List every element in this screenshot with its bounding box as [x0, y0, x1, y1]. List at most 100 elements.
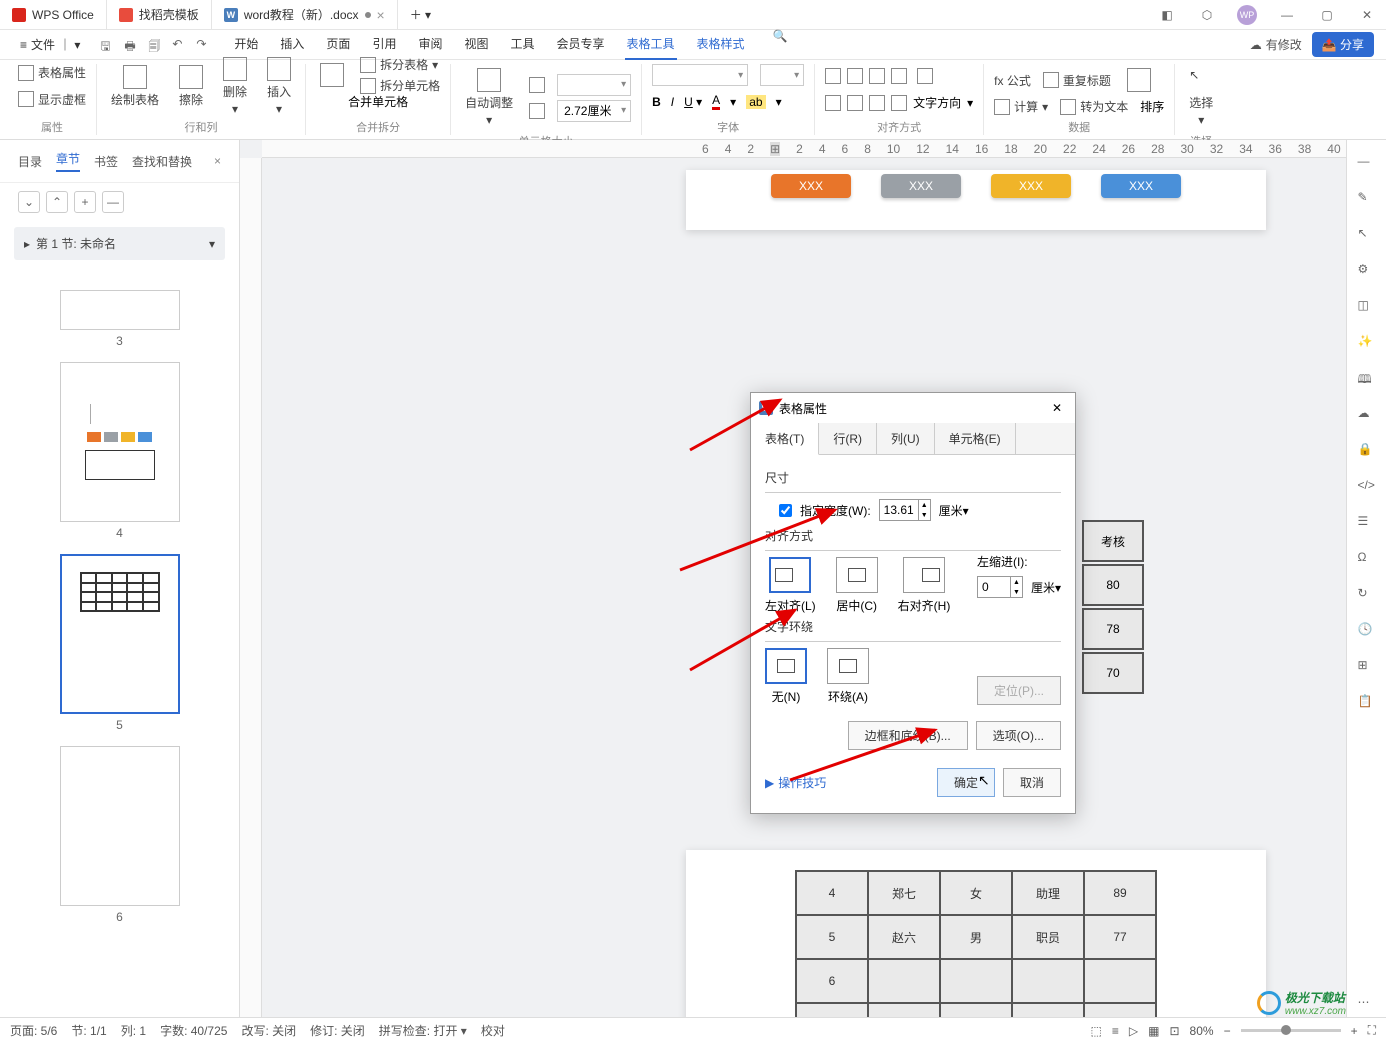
align-left-option[interactable]	[769, 557, 811, 593]
align-bl-icon[interactable]	[825, 95, 841, 111]
font-color-button[interactable]: A	[712, 93, 720, 110]
nav-tab-toc[interactable]: 目录	[18, 153, 42, 170]
view-mode-5-icon[interactable]: ⊡	[1169, 1024, 1179, 1038]
lock-icon[interactable]: 🔒	[1358, 442, 1376, 460]
nav-tab-find[interactable]: 查找和替换	[132, 153, 192, 170]
dlg-tab-cell[interactable]: 单元格(E)	[935, 423, 1016, 454]
tab-table-tools[interactable]: 表格工具	[625, 29, 677, 60]
view-mode-4-icon[interactable]: ▦	[1148, 1024, 1159, 1038]
nav-up-button[interactable]: ⌃	[46, 191, 68, 213]
print-icon[interactable]: 🖶	[124, 37, 140, 53]
fullscreen-icon[interactable]: ⛶	[1368, 1023, 1376, 1038]
merge-cells-button[interactable]	[316, 59, 348, 91]
insert-button[interactable]: 插入▾	[263, 53, 295, 120]
status-words[interactable]: 字数: 40/725	[160, 1022, 227, 1039]
view-mode-1-icon[interactable]: ⬚	[1091, 1024, 1102, 1038]
undo-icon[interactable]: ↶	[172, 37, 188, 53]
nav-tab-bookmark[interactable]: 书签	[94, 153, 118, 170]
select-button[interactable]: ↖选择▾	[1185, 64, 1217, 131]
layers-icon[interactable]: ◫	[1358, 298, 1376, 316]
dialog-close-button[interactable]: ✕	[1047, 398, 1067, 418]
save-icon[interactable]: 🖫	[100, 37, 116, 53]
highlight-button[interactable]: ab	[746, 95, 765, 109]
settings-icon[interactable]: ⚙	[1358, 262, 1376, 280]
align-br-icon[interactable]	[869, 95, 885, 111]
grid-icon[interactable]: ⊞	[1358, 658, 1376, 676]
align-bc-icon[interactable]	[847, 95, 863, 111]
size-combo[interactable]	[760, 64, 804, 86]
underline-button[interactable]: U ▾	[684, 95, 702, 109]
app-tab-document[interactable]: W word教程（新）.docx ×	[212, 0, 398, 29]
new-tab-button[interactable]: ＋ ▾	[398, 0, 443, 29]
tab-member[interactable]: 会员专享	[555, 29, 607, 60]
search-icon[interactable]: 🔍	[773, 29, 789, 45]
sidebar-toggle-icon[interactable]: ◧	[1148, 1, 1186, 29]
tab-tools[interactable]: 工具	[508, 29, 536, 60]
app-tab-wps[interactable]: WPS Office	[0, 0, 107, 29]
document-table[interactable]: 4郑七女助理89 5赵六男职员77 6 7	[795, 870, 1157, 1023]
omega-icon[interactable]: Ω	[1358, 550, 1376, 568]
nav-tab-chapter[interactable]: 章节	[56, 150, 80, 172]
align-tr-icon[interactable]	[869, 68, 885, 84]
align-tc-icon[interactable]	[847, 68, 863, 84]
row-height-combo[interactable]	[557, 74, 631, 96]
status-proof[interactable]: 校对	[481, 1022, 505, 1039]
split-cell-button[interactable]: 拆分单元格	[360, 77, 440, 94]
minus-icon[interactable]: —	[1358, 154, 1376, 172]
app-tab-template[interactable]: 找稻壳模板	[107, 0, 212, 29]
cursor-icon[interactable]: ↖	[1358, 226, 1376, 244]
magic-icon[interactable]: ✨	[1358, 334, 1376, 352]
indent-unit-combo[interactable]: 厘米▾	[1031, 579, 1061, 596]
align-tl-icon[interactable]	[825, 68, 841, 84]
cancel-button[interactable]: 取消	[1003, 768, 1061, 797]
window-maximize[interactable]: ▢	[1308, 1, 1346, 29]
calc-button[interactable]: 计算 ▾	[994, 98, 1048, 115]
dlg-tab-table[interactable]: 表格(T)	[751, 423, 819, 455]
font-combo[interactable]	[652, 64, 748, 86]
thumb-3[interactable]	[60, 290, 180, 330]
nav-remove-button[interactable]: —	[102, 191, 124, 213]
book-icon[interactable]: 🕮	[1358, 370, 1376, 388]
cloud-icon[interactable]: ☁	[1358, 406, 1376, 424]
draw-table-button[interactable]: 绘制表格	[107, 61, 163, 112]
tab-table-style[interactable]: 表格样式	[695, 29, 747, 60]
erase-button[interactable]: 擦除	[175, 61, 207, 112]
zoom-value[interactable]: 80%	[1190, 1024, 1214, 1038]
show-virtual-button[interactable]: 显示虚框	[18, 91, 86, 108]
width-checkbox[interactable]	[779, 504, 792, 517]
code-icon[interactable]: </>	[1358, 478, 1376, 496]
document-canvas[interactable]: 642 ⊞ 24681012141618 2022242628303234363…	[240, 140, 1346, 1023]
zoom-out-button[interactable]: −	[1224, 1024, 1231, 1038]
list-icon[interactable]: ☰	[1358, 514, 1376, 532]
dlg-tab-row[interactable]: 行(R)	[819, 423, 877, 454]
clipboard-icon[interactable]: 📋	[1358, 694, 1376, 712]
tab-page[interactable]: 页面	[324, 29, 352, 60]
indent-spinner[interactable]: 0▲▼	[977, 576, 1023, 598]
status-spell[interactable]: 拼写检查: 打开 ▾	[379, 1022, 467, 1039]
tab-close-icon[interactable]: ×	[377, 7, 385, 23]
dlg-tab-column[interactable]: 列(U)	[877, 423, 935, 454]
text-direction-button[interactable]	[913, 64, 937, 88]
delete-button[interactable]: 删除▾	[219, 53, 251, 120]
preview-icon[interactable]: 🗐	[148, 37, 164, 53]
file-menu[interactable]: ≡ 文件 ｜ ▾	[12, 32, 88, 57]
tab-view[interactable]: 视图	[462, 29, 490, 60]
section-header[interactable]: ▸ 第 1 节: 未命名▾	[14, 227, 225, 260]
wrap-around-option[interactable]	[827, 648, 869, 684]
refresh-icon[interactable]: ↻	[1358, 586, 1376, 604]
align-ml-icon[interactable]	[891, 68, 907, 84]
pencil-icon[interactable]: ✎	[1358, 190, 1376, 208]
view-mode-2-icon[interactable]: ≡	[1112, 1024, 1119, 1038]
align-mr-icon[interactable]	[891, 95, 907, 111]
width-spinner[interactable]: 13.61▲▼	[879, 499, 931, 521]
zoom-in-button[interactable]: +	[1351, 1024, 1358, 1038]
thumb-5[interactable]	[60, 554, 180, 714]
share-button[interactable]: 📤 分享	[1312, 32, 1374, 57]
window-minimize[interactable]: —	[1268, 1, 1306, 29]
border-shading-button[interactable]: 边框和底纹(B)...	[848, 721, 968, 750]
to-text-button[interactable]: 转为文本	[1060, 98, 1128, 115]
clock-icon[interactable]: 🕓	[1358, 622, 1376, 640]
redo-icon[interactable]: ↷	[196, 37, 212, 53]
tips-link[interactable]: ▶ 操作技巧	[765, 774, 826, 791]
modified-indicator[interactable]: ☁ 有修改	[1250, 36, 1302, 53]
